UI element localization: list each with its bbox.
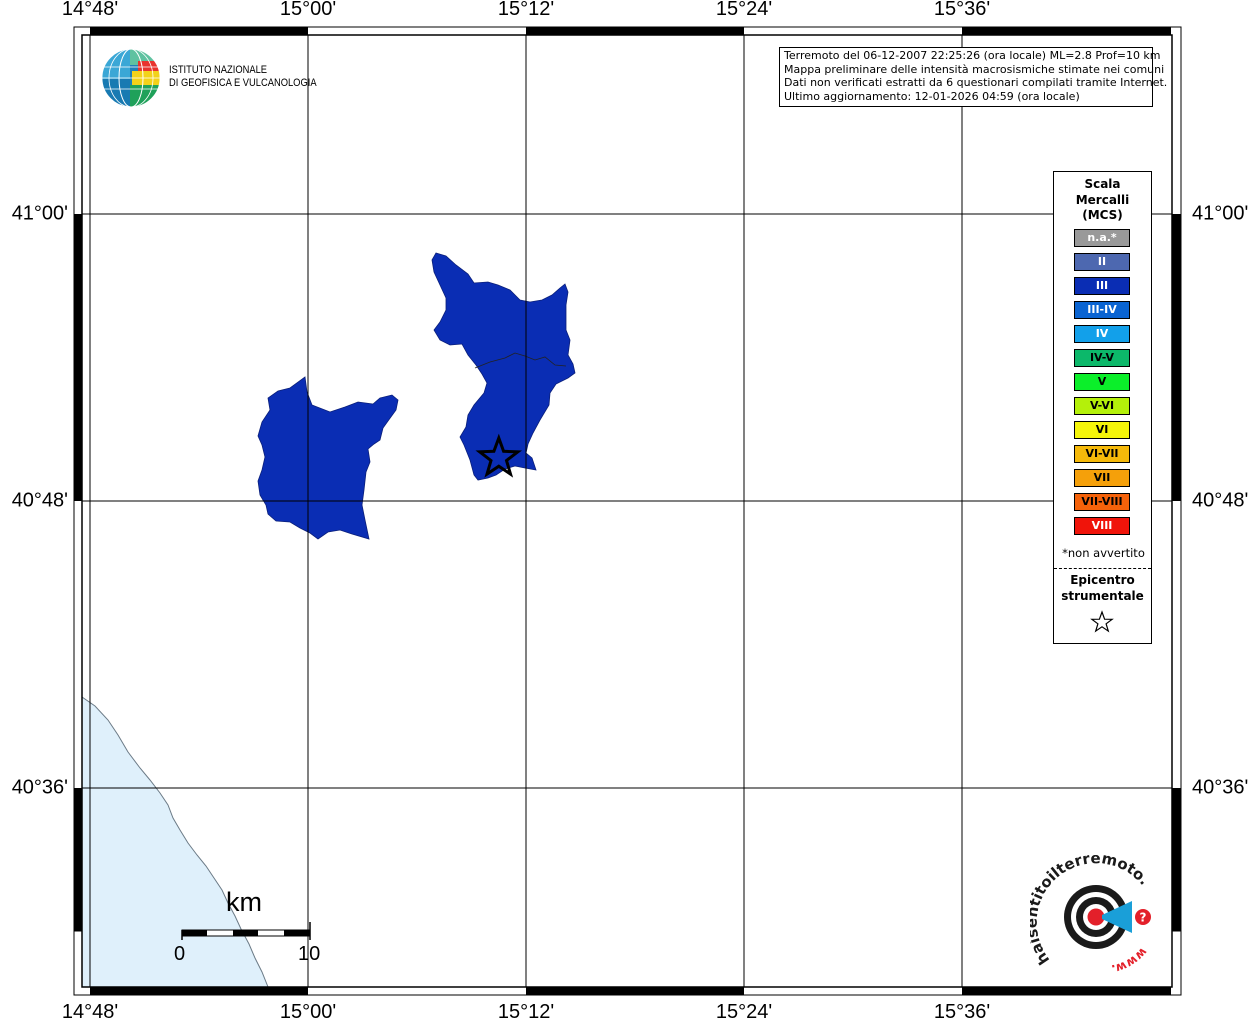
lat-label-right: 40°36': [1192, 776, 1249, 799]
info-line3: Dati non verificati estratti da 6 questi…: [784, 76, 1168, 89]
frame-bar-top: [962, 27, 1171, 35]
legend-swatch: III: [1074, 277, 1130, 295]
legend-swatch: VIII: [1074, 517, 1130, 535]
lon-label-top: 15°24': [715, 0, 773, 20]
lat-label-right: 41°00': [1192, 202, 1249, 225]
legend-swatch: V: [1074, 373, 1130, 391]
scale-end: 10: [298, 943, 321, 965]
ingv-line2: DI GEOFISICA E VULCANOLOGIA: [169, 77, 317, 89]
lon-label-bottom: 15°24': [715, 1001, 773, 1023]
legend-swatch: VII: [1074, 469, 1130, 487]
frame-bar-top: [526, 27, 744, 35]
scale-unit: km: [226, 887, 262, 917]
legend-star-icon: [1090, 610, 1114, 633]
frame-bar-right: [1172, 788, 1181, 932]
legend-separator: [1054, 568, 1151, 569]
info-line4: Ultimo aggiornamento: 12-01-2026 04:59 (…: [784, 89, 1080, 103]
ingv-line1: ISTITUTO NAZIONALE: [169, 64, 268, 76]
legend-epicenter-label: Epicentro strumentale: [1054, 572, 1151, 604]
outer-frame: [73, 26, 1182, 996]
lon-label-bottom: 15°36': [933, 1001, 991, 1023]
legend-swatch: n.a.*: [1074, 229, 1130, 247]
felt-area-west: [257, 376, 399, 540]
legend-swatch: V-VI: [1074, 397, 1130, 415]
hst-logo-www: www.: [1110, 945, 1150, 976]
frame-bar-bottom: [526, 987, 744, 995]
felt-area-east: [431, 252, 576, 481]
legend-title: Scala Mercalli (MCS): [1054, 177, 1151, 224]
lon-label-bottom: 15°00': [279, 1001, 337, 1023]
map-grid: [82, 35, 1172, 987]
frame-bar-right: [1172, 214, 1181, 501]
frame-bar-top: [90, 27, 308, 35]
ingv-name: ISTITUTO NAZIONALE DI GEOFISICA E VULCAN…: [169, 64, 317, 90]
lat-label-left: 41°00': [11, 202, 68, 225]
legend-title-line3: (MCS): [1082, 208, 1123, 222]
lon-label-bottom: 14°48': [61, 1001, 119, 1023]
legend-epi-line2: strumentale: [1061, 589, 1144, 603]
event-info-box: Terremoto del 06-12-2007 22:25:26 (ora l…: [779, 47, 1168, 107]
info-line1: Terremoto del 06-12-2007 22:25:26 (ora l…: [784, 49, 1161, 62]
scale-start: 0: [174, 943, 186, 965]
svg-text:www.: www.: [1110, 945, 1150, 976]
legend-swatch: VI: [1074, 421, 1130, 439]
frame-bar-left: [74, 788, 82, 932]
info-line2: Mappa preliminare delle intensità macros…: [784, 62, 1165, 76]
lon-label-top: 15°00': [279, 0, 337, 20]
lat-label-left: 40°48': [11, 489, 68, 512]
legend-swatch: VI-VII: [1074, 445, 1130, 463]
legend-swatch: IV: [1074, 325, 1130, 343]
frame-bar-left: [74, 214, 82, 501]
lon-label-top: 15°36': [933, 0, 991, 20]
frame-bars: [74, 27, 1181, 995]
legend-swatch: III-IV: [1074, 301, 1130, 319]
lon-label-top: 14°48': [61, 0, 119, 20]
mcs-legend: Scala Mercalli (MCS) n.a.* II III III-IV IV I…: [1053, 171, 1152, 644]
frame-bar-bottom: [962, 987, 1171, 995]
map-frame: [81, 34, 1173, 988]
svg-text:?: ?: [1140, 911, 1147, 925]
legend-epi-line1: Epicentro: [1070, 573, 1135, 587]
lon-label-bottom: 15°12': [497, 1001, 555, 1023]
haisentitoilterremoto-logo-icon: ? haisentitoilterremoto.it www.: [1030, 855, 1154, 976]
lat-label-left: 40°36': [11, 776, 68, 799]
legend-swatch: IV-V: [1074, 349, 1130, 367]
ingv-globe-icon: [101, 48, 161, 108]
legend-swatch: VII-VIII: [1074, 493, 1130, 511]
legend-title-line2: Mercalli: [1075, 192, 1130, 207]
frame-bar-bottom: [90, 987, 308, 995]
lat-label-right: 40°48': [1192, 489, 1249, 512]
lon-label-top: 15°12': [497, 0, 555, 20]
legend-swatch: II: [1074, 253, 1130, 271]
legend-title-line1: Scala: [1084, 177, 1121, 191]
legend-note: *non avvertito: [1062, 546, 1145, 560]
